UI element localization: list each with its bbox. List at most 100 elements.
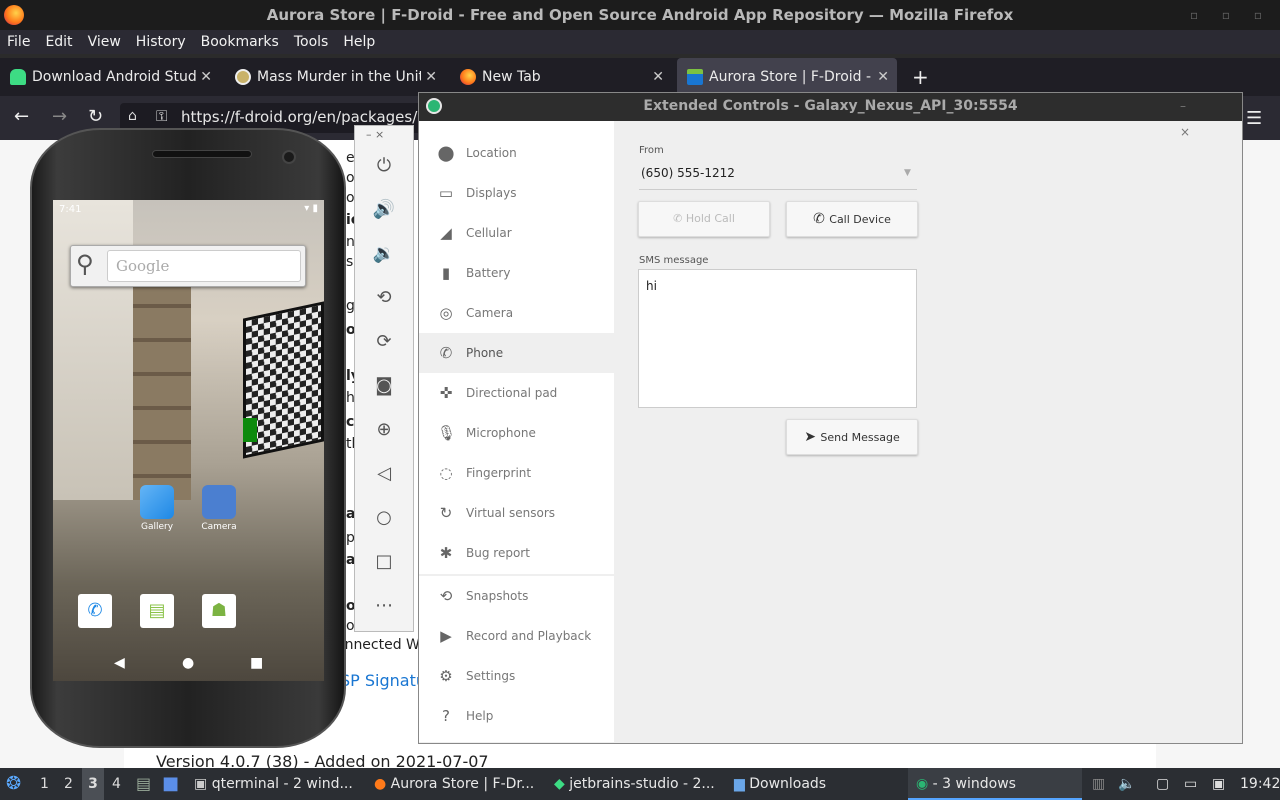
close-icon[interactable]: ✕ (425, 58, 437, 96)
new-tab-button[interactable]: + (912, 58, 930, 96)
sidebar-item-cellular[interactable]: ◢ Cellular (419, 213, 614, 253)
sidebar-item-directional-pad[interactable]: ✜ Directional pad (419, 373, 614, 413)
sidebar-item-camera[interactable]: ◎ Camera (419, 293, 614, 333)
dock-phone-icon[interactable]: ✆ (78, 594, 112, 628)
volume-icon[interactable]: 🔈 (1118, 768, 1135, 800)
sidebar-item-battery[interactable]: ▮ Battery (419, 253, 614, 293)
taskbar-item-downloads[interactable]: ▆ Downloads (734, 768, 826, 800)
tab-aurora-store[interactable]: Aurora Store | F-Droid - Fr ✕ (677, 58, 897, 96)
clock: 19:42 (1240, 776, 1280, 792)
back-icon[interactable]: ← (14, 106, 29, 127)
chevron-down-icon[interactable]: ▼ (904, 168, 911, 178)
trash-icon[interactable]: ▥ (1092, 768, 1105, 800)
hold-call-button[interactable]: ✆ Hold Call (638, 201, 770, 237)
emulator-toolbar-controls[interactable]: – × (366, 128, 384, 141)
network-icon[interactable]: ▭ (1184, 768, 1197, 800)
menu-history[interactable]: History (136, 30, 186, 54)
window-controls[interactable]: – × (1180, 93, 1280, 145)
send-message-button[interactable]: ➤ Send Message (786, 419, 918, 455)
workspace-4[interactable]: 4 (112, 768, 121, 800)
desktop-icon[interactable]: ■ (162, 768, 179, 800)
sidebar-item-microphone[interactable]: 🎙 Microphone (419, 413, 614, 453)
overview-icon[interactable]: □ (372, 550, 396, 574)
more-icon[interactable]: ⋯ (372, 594, 396, 618)
reload-icon[interactable]: ↻ (88, 106, 103, 127)
url-text[interactable]: https://f-droid.org/en/packages/co (181, 108, 435, 126)
workspace-1[interactable]: 1 (40, 768, 49, 800)
folder-icon[interactable]: ▤ (136, 768, 151, 800)
sidebar-item-location[interactable]: ⬤ Location (419, 133, 614, 173)
android-studio-icon: ◆ (554, 776, 570, 792)
sidebar-item-phone[interactable]: ✆ Phone (419, 333, 614, 373)
menu-help[interactable]: Help (343, 30, 375, 54)
taskbar-item-studio[interactable]: ◆ jetbrains-studio - 2... (554, 768, 715, 800)
back-icon[interactable]: ◁ (372, 462, 396, 486)
dock-store-icon[interactable]: ▤ (140, 594, 174, 628)
app-gallery[interactable]: Gallery (131, 485, 183, 532)
sms-message-input[interactable]: hi (638, 269, 917, 408)
start-menu-icon[interactable]: ❂ (6, 768, 21, 800)
app-camera[interactable]: Camera (193, 485, 245, 532)
menu-view[interactable]: View (88, 30, 121, 54)
sidebar-item-fingerprint[interactable]: ◌ Fingerprint (419, 453, 614, 493)
clipboard-icon[interactable]: ▢ (1156, 768, 1169, 800)
forward-icon[interactable]: → (52, 106, 67, 127)
sms-label: SMS message (639, 255, 709, 266)
tab-new-tab[interactable]: New Tab ✕ (450, 58, 672, 96)
connected-text: onnected W (336, 637, 420, 653)
home-icon[interactable]: ○ (372, 506, 396, 530)
gear-icon: ⚙ (439, 667, 453, 685)
close-icon[interactable]: ✕ (877, 58, 889, 96)
updates-icon[interactable]: ▣ (1212, 768, 1225, 800)
android-studio-icon (10, 69, 26, 85)
sidebar-item-snapshots[interactable]: ⟲ Snapshots (419, 576, 614, 616)
taskbar-item-firefox[interactable]: ● Aurora Store | F-Dr... (374, 768, 534, 800)
shield-icon[interactable]: ⌂ (128, 108, 137, 124)
sidebar-item-record-playback[interactable]: ▶ Record and Playback (419, 616, 614, 656)
camera-icon[interactable]: ◙ (372, 374, 396, 398)
power-icon[interactable]: ⏻ (372, 154, 396, 178)
nav-home-icon[interactable]: ● (182, 655, 194, 671)
volume-up-icon[interactable]: 🔊 (372, 198, 396, 222)
sidebar-item-settings[interactable]: ⚙ Settings (419, 656, 614, 696)
bug-icon: ✱ (439, 544, 453, 562)
taskbar-item-emulator[interactable]: ◉ - 3 windows (908, 768, 1082, 800)
hold-call-icon: ✆ (673, 212, 686, 225)
close-icon[interactable]: ✕ (652, 58, 664, 96)
tab-mass-murder[interactable]: Mass Murder in the United ✕ (225, 58, 445, 96)
firefox-icon (460, 69, 476, 85)
nav-back-icon[interactable]: ◀ (114, 655, 125, 671)
workspace-2[interactable]: 2 (64, 768, 73, 800)
extended-controls-title: Extended Controls - Galaxy_Nexus_API_30:… (419, 93, 1242, 121)
wallpaper-shelf (133, 270, 191, 500)
close-icon[interactable]: ✕ (200, 58, 212, 96)
dock-android-icon[interactable]: ☗ (202, 594, 236, 628)
volume-down-icon[interactable]: 🔉 (372, 242, 396, 266)
send-icon: ➤ (804, 429, 821, 445)
from-select[interactable]: (650) 555-1212 (641, 166, 735, 180)
phone-icon: ✆ (439, 344, 453, 362)
rotate-left-icon[interactable]: ⟲ (372, 286, 396, 310)
signature-link[interactable]: SP Signatu (340, 671, 426, 690)
menu-file[interactable]: File (7, 30, 30, 54)
nav-overview-icon[interactable]: ■ (250, 655, 263, 671)
sidebar-item-displays[interactable]: ▭ Displays (419, 173, 614, 213)
location-icon: ⬤ (437, 144, 455, 162)
menu-tools[interactable]: Tools (294, 30, 329, 54)
zoom-icon[interactable]: ⊕ (372, 418, 396, 442)
menu-edit[interactable]: Edit (45, 30, 72, 54)
sidebar-item-bug-report[interactable]: ✱ Bug report (419, 533, 614, 573)
google-search-field[interactable]: Google (107, 250, 301, 282)
sidebar-item-virtual-sensors[interactable]: ↻ Virtual sensors (419, 493, 614, 533)
tab-android-studio[interactable]: Download Android Studio ✕ (0, 58, 220, 96)
menu-bookmarks[interactable]: Bookmarks (201, 30, 279, 54)
workspace-3[interactable]: 3 (82, 768, 104, 800)
call-device-button[interactable]: ✆ Call Device (786, 201, 918, 237)
window-controls[interactable]: ▫ ▫ ▫ (1190, 0, 1272, 30)
taskbar-item-qterminal[interactable]: ▣ qterminal - 2 wind... (194, 768, 353, 800)
lock-icon[interactable]: ⚿ (156, 107, 167, 125)
phone-status-bar: 7:41 ▾ ▮ (53, 200, 324, 220)
phone-status-icons: ▾ ▮ (304, 203, 318, 214)
rotate-right-icon[interactable]: ⟳ (372, 330, 396, 354)
sidebar-item-help[interactable]: ? Help (419, 696, 614, 736)
